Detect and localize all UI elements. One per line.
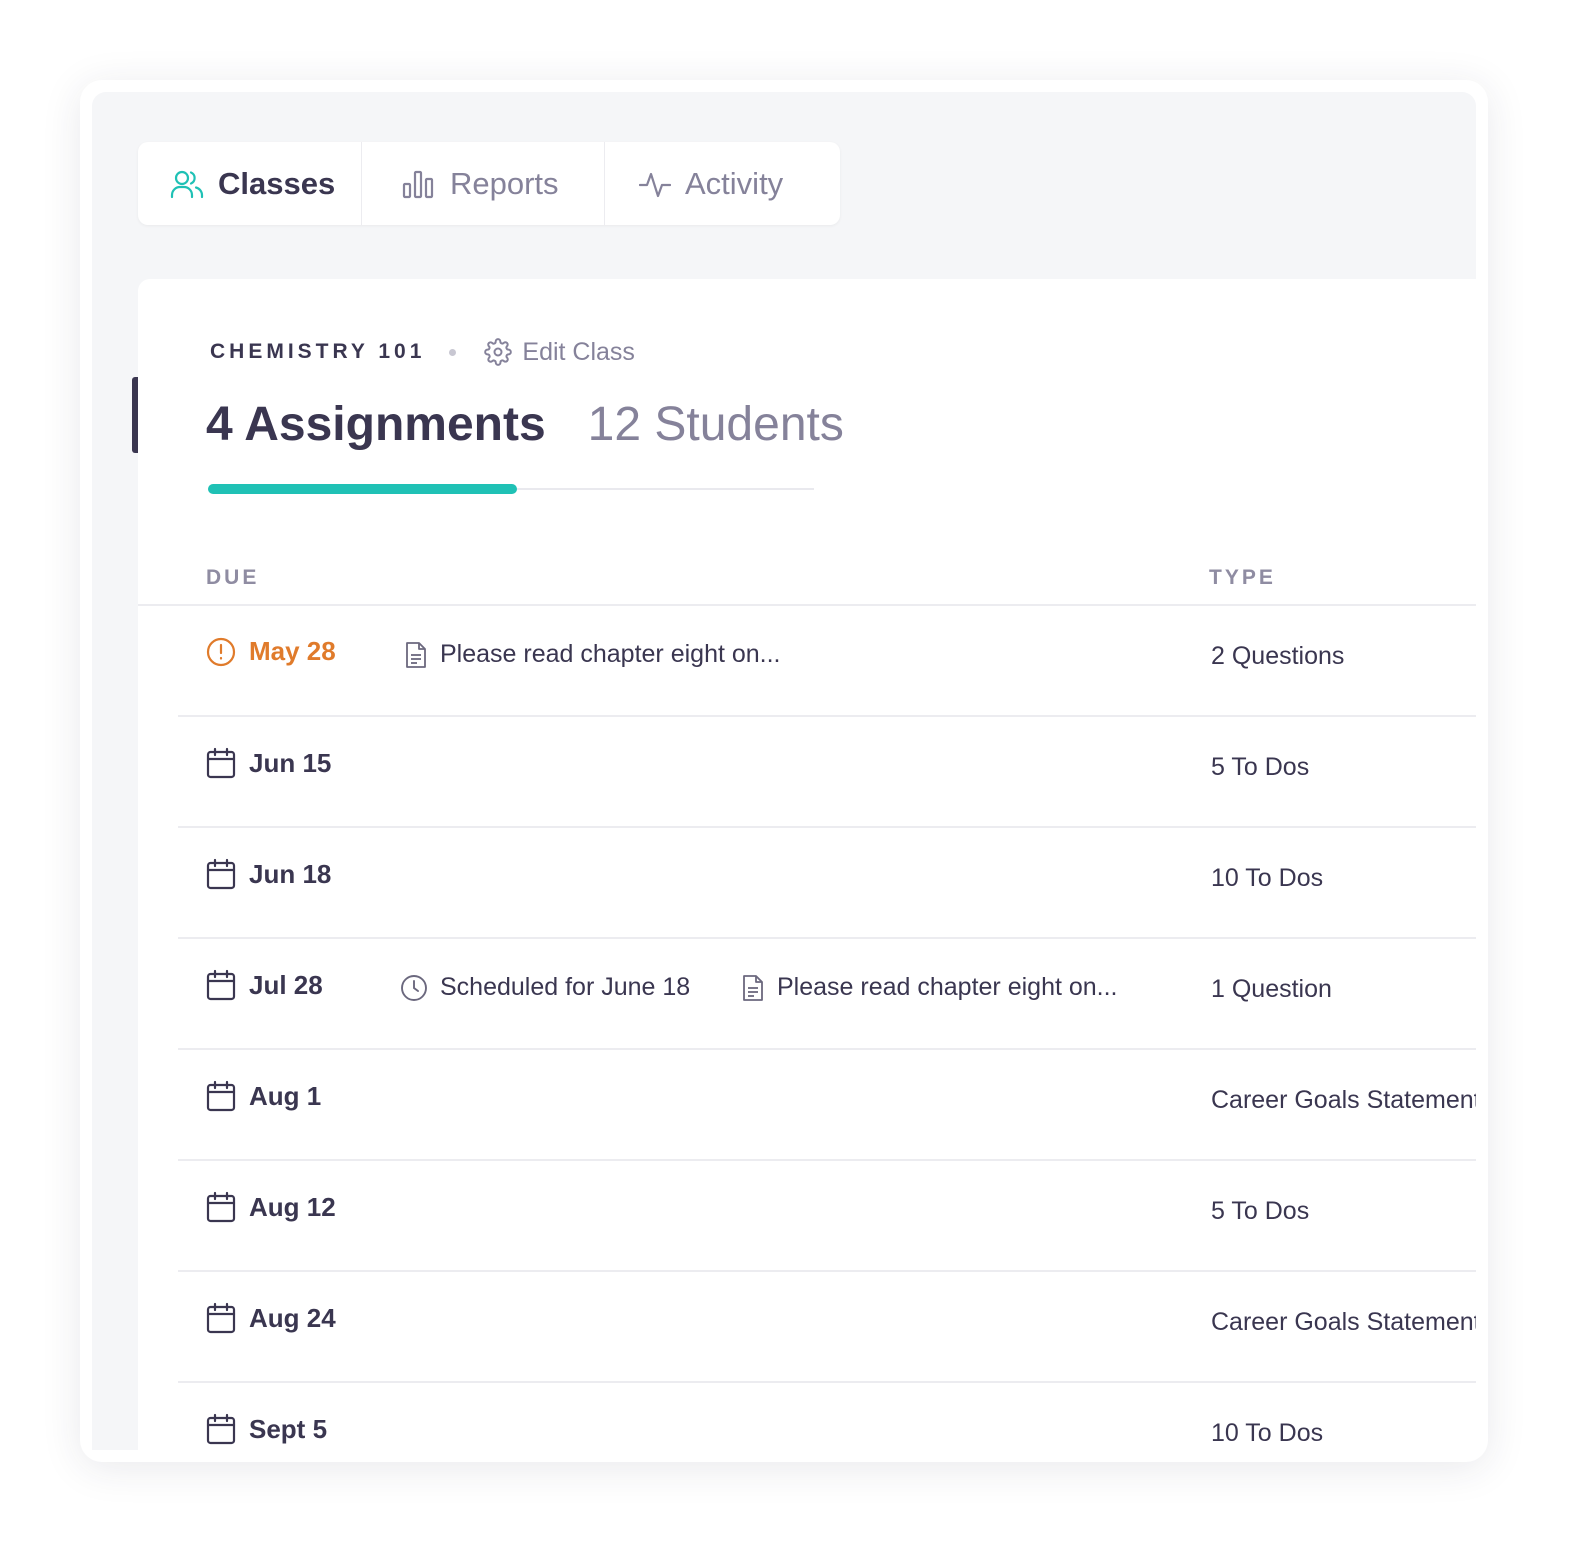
due-date-label: Aug 12 <box>249 1191 336 1222</box>
assignment-type: 2 Questions <box>1211 642 1345 670</box>
assignment-type: Career Goals Statement <box>1211 1308 1476 1336</box>
class-subtabs: 4 Assignments 12 Students <box>206 397 844 452</box>
calendar-icon <box>206 858 236 890</box>
main-tabs: Classes Reports Activity <box>138 142 840 225</box>
calendar-icon <box>206 747 236 779</box>
table-row[interactable]: Aug 1 Career Goals Statement <box>178 1050 1476 1161</box>
tab-reports-label: Reports <box>450 165 559 201</box>
tab-classes[interactable]: Classes <box>138 142 362 225</box>
assignment-type: 10 To Dos <box>1211 1419 1324 1447</box>
column-header-type[interactable]: TYPE <box>1209 566 1276 590</box>
due-date-label: Jun 18 <box>249 858 332 889</box>
assignment-note: Please read chapter eight on... <box>404 640 781 669</box>
tab-assignments[interactable]: 4 Assignments <box>206 397 546 452</box>
calendar-icon <box>206 1191 236 1223</box>
calendar-icon <box>206 1080 236 1112</box>
subtab-underline-active <box>208 484 517 494</box>
assignment-type: 5 To Dos <box>1211 753 1310 781</box>
assignment-type: Career Goals Statement <box>1211 1086 1476 1114</box>
tab-activity[interactable]: Activity <box>605 142 840 225</box>
gear-icon <box>484 338 513 366</box>
due-date: Jun 18 <box>206 858 331 890</box>
due-date: Aug 24 <box>206 1302 336 1334</box>
assignment-note: Please read chapter eight on... <box>741 973 1118 1002</box>
class-card: CHEMISTRY 101 Edit Class 4 Assignments 1… <box>132 279 1476 1450</box>
due-date-label: May 28 <box>249 636 336 666</box>
tab-classes-label: Classes <box>218 165 336 201</box>
calendar-icon <box>206 1302 236 1334</box>
tab-students[interactable]: 12 Students <box>588 397 844 452</box>
assignment-list: May 28 Please read chapter eight on... 2… <box>138 606 1476 1450</box>
due-date: Aug 12 <box>206 1191 336 1223</box>
calendar-icon <box>206 1413 236 1445</box>
column-header-due[interactable]: DUE <box>206 566 259 590</box>
due-date: Jul 28 <box>206 969 323 1001</box>
document-icon <box>406 641 426 668</box>
app-frame: Classes Reports Activity CHEMISTRY 101 E… <box>80 80 1488 1462</box>
due-date-label: Jun 15 <box>249 747 332 778</box>
due-date: Aug 1 <box>206 1080 321 1112</box>
alert-circle-icon <box>206 637 236 666</box>
users-icon <box>170 170 204 198</box>
document-icon <box>743 974 763 1001</box>
edit-class-button[interactable]: Edit Class <box>484 338 635 367</box>
bar-chart-icon <box>402 170 434 198</box>
table-row[interactable]: Jun 18 10 To Dos <box>178 828 1476 939</box>
table-row[interactable]: Jul 28 Scheduled for June 18 Please read… <box>178 939 1476 1050</box>
edit-class-label: Edit Class <box>522 337 635 366</box>
clock-icon <box>401 974 427 1001</box>
class-name: CHEMISTRY 101 <box>210 340 426 363</box>
due-date: Jun 15 <box>206 747 331 779</box>
due-date-label: Jul 28 <box>249 969 323 1000</box>
table-row[interactable]: Sept 5 10 To Dos <box>178 1383 1476 1450</box>
active-indicator <box>132 377 138 453</box>
app-canvas: Classes Reports Activity CHEMISTRY 101 E… <box>92 92 1476 1450</box>
class-title-row: CHEMISTRY 101 Edit Class <box>210 337 635 367</box>
separator-dot <box>449 348 457 356</box>
assignment-note-text: Please read chapter eight on... <box>440 640 781 668</box>
assignment-note-text: Please read chapter eight on... <box>777 973 1118 1001</box>
scheduled-note: Scheduled for June 18 <box>400 973 690 1002</box>
table-row[interactable]: May 28 Please read chapter eight on... 2… <box>178 606 1476 717</box>
activity-icon <box>639 172 671 197</box>
scheduled-note-text: Scheduled for June 18 <box>440 973 691 1001</box>
table-row[interactable]: Aug 24 Career Goals Statement <box>178 1272 1476 1383</box>
assignment-type: 10 To Dos <box>1211 864 1324 892</box>
due-date-label: Aug 1 <box>249 1080 322 1111</box>
calendar-icon <box>206 969 236 1001</box>
due-date-label: Aug 24 <box>249 1302 336 1333</box>
tab-reports[interactable]: Reports <box>362 142 605 225</box>
due-date-label: Sept 5 <box>249 1413 328 1444</box>
assignment-type: 5 To Dos <box>1211 1197 1310 1225</box>
table-row[interactable]: Aug 12 5 To Dos <box>178 1161 1476 1272</box>
table-row[interactable]: Jun 15 5 To Dos <box>178 717 1476 828</box>
due-date: Sept 5 <box>206 1413 327 1445</box>
due-date: May 28 <box>206 636 336 667</box>
tab-activity-label: Activity <box>685 165 784 201</box>
assignment-type: 1 Question <box>1211 975 1332 1003</box>
